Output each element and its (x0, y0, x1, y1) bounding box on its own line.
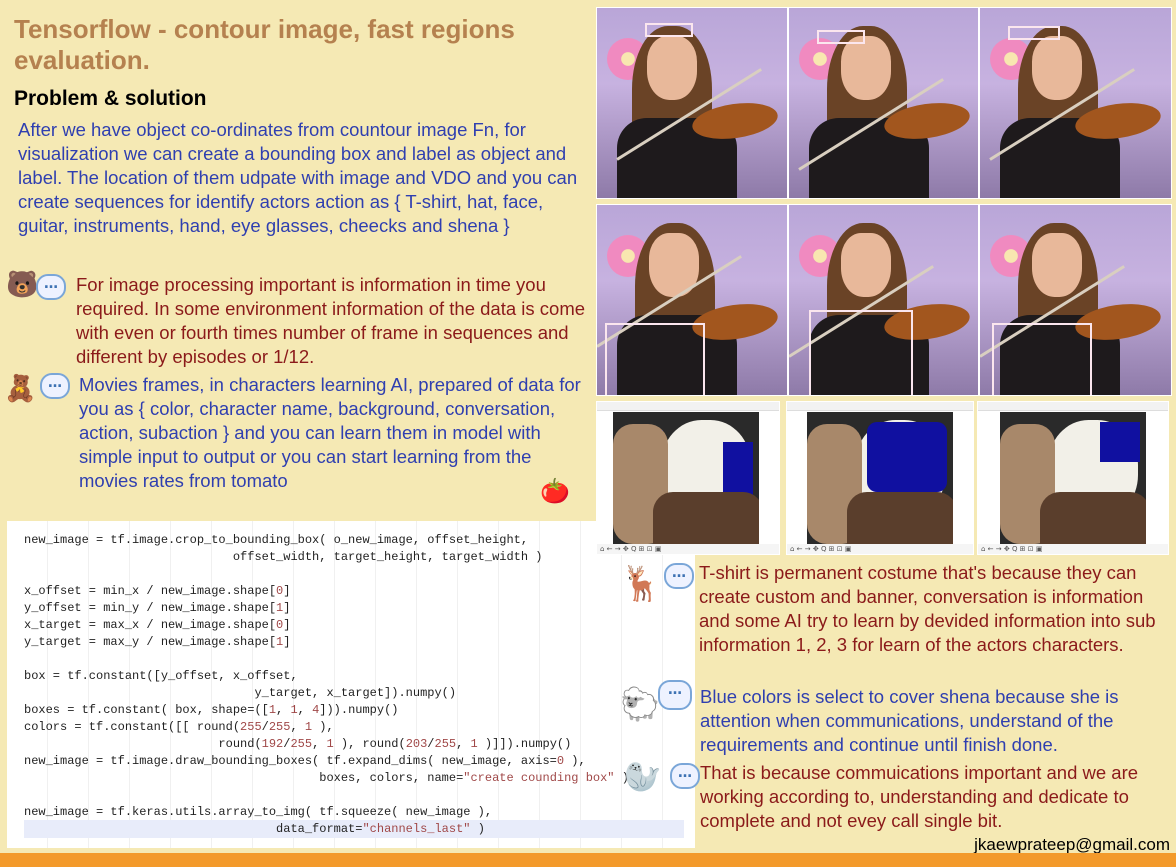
speech-bubble-icon: … (670, 763, 700, 789)
speech-bubble-icon: … (36, 274, 66, 300)
speech-bubble-icon: … (658, 680, 692, 710)
contour-image (807, 412, 953, 546)
code-line: round(192/255, 1 ), round(203/255, 1 )]]… (24, 737, 572, 751)
contour-fill (1100, 422, 1140, 462)
video-frame-2 (788, 7, 979, 199)
window-titlebar (597, 402, 779, 411)
code-line: boxes = tf.constant( box, shape=([1, 1, … (24, 703, 399, 717)
contour-image (613, 412, 759, 546)
communication-paragraph: That is because commuications important … (700, 762, 1139, 831)
code-line: box = tf.constant([y_offset, x_offset, (24, 669, 298, 683)
code-text: new_image = tf.image.crop_to_bounding_bo… (24, 532, 629, 838)
plot-toolbar[interactable]: ⌂ ← → ✥ Q ⊞ ⊡ ▣ (787, 544, 973, 554)
plot-toolbar[interactable]: ⌂ ← → ✥ Q ⊞ ⊡ ▣ (978, 544, 1168, 554)
code-line: colors = tf.constant([[ round(255/255, 1… (24, 720, 334, 734)
page-title: Tensorflow - contour image, fast regions… (14, 14, 515, 75)
sheep-icon: 🐑 (620, 685, 660, 723)
face (1032, 36, 1082, 100)
intro-paragraph: After we have object co-ordinates from c… (18, 119, 578, 236)
section-heading: Problem & solution (14, 87, 207, 110)
bounding-box (645, 23, 693, 37)
code-line: y_target, x_target]).numpy() (24, 686, 457, 700)
contour-screenshot-1: ⌂ ← → ✥ Q ⊞ ⊡ ▣ (596, 401, 780, 555)
teddy-bear-icon: 🧸 (4, 374, 37, 404)
code-line: boxes, colors, name="create counding box… (24, 771, 629, 785)
tshirt-paragraph: T-shirt is permanent costume that's beca… (699, 562, 1156, 655)
speech-bubble-icon: … (664, 563, 694, 589)
code-line: y_target = max_y / new_image.shape[1] (24, 635, 291, 649)
contour-fill (867, 422, 947, 492)
code-block: new_image = tf.image.crop_to_bounding_bo… (7, 521, 695, 848)
face (841, 36, 891, 100)
processing-paragraph: For image processing important is inform… (76, 274, 586, 367)
face (1032, 233, 1082, 297)
bear-face-icon: 🐻 (6, 270, 39, 300)
blanket (653, 492, 759, 546)
video-frame-6 (979, 204, 1172, 396)
window-titlebar (978, 402, 1168, 411)
blanket (1040, 492, 1146, 546)
bounding-box (1008, 26, 1060, 40)
blue-colors-paragraph: Blue colors is select to cover shena bec… (700, 686, 1119, 755)
bounding-box (817, 30, 865, 44)
face (841, 233, 891, 297)
window-titlebar (787, 402, 973, 411)
contour-image (1000, 412, 1146, 546)
code-line: new_image = tf.image.draw_bounding_boxes… (24, 754, 586, 768)
video-frame-5 (788, 204, 979, 396)
video-frame-4 (596, 204, 788, 396)
code-line: x_offset = min_x / new_image.shape[0] (24, 584, 291, 598)
plot-toolbar[interactable]: ⌂ ← → ✥ Q ⊞ ⊡ ▣ (597, 544, 779, 554)
bounding-box (605, 323, 705, 395)
code-line: y_offset = min_y / new_image.shape[1] (24, 601, 291, 615)
video-frame-1 (596, 7, 788, 199)
bounding-box (992, 323, 1092, 395)
footer-bar (0, 853, 1176, 867)
code-line: new_image = tf.keras.utils.array_to_img(… (24, 805, 493, 819)
seal-icon: 🦭 (624, 760, 662, 795)
blanket (847, 492, 953, 546)
movies-paragraph: Movies frames, in characters learning AI… (79, 374, 581, 491)
bounding-box (809, 310, 913, 395)
contour-screenshot-2: ⌂ ← → ✥ Q ⊞ ⊡ ▣ (786, 401, 974, 555)
code-line: x_target = max_x / new_image.shape[0] (24, 618, 291, 632)
contour-screenshot-3: ⌂ ← → ✥ Q ⊞ ⊡ ▣ (977, 401, 1169, 555)
code-line: data_format="channels_last" ) (24, 822, 485, 836)
speech-bubble-icon: … (40, 373, 70, 399)
tomato-icon: 🍅 (540, 477, 570, 505)
code-line: new_image = tf.image.crop_to_bounding_bo… (24, 533, 529, 547)
face (647, 36, 697, 100)
author-email[interactable]: jkaewprateep@gmail.com (974, 835, 1170, 855)
code-line: offset_width, target_height, target_widt… (24, 550, 543, 564)
deer-icon: 🦌 (620, 564, 663, 604)
video-frame-3 (979, 7, 1172, 199)
